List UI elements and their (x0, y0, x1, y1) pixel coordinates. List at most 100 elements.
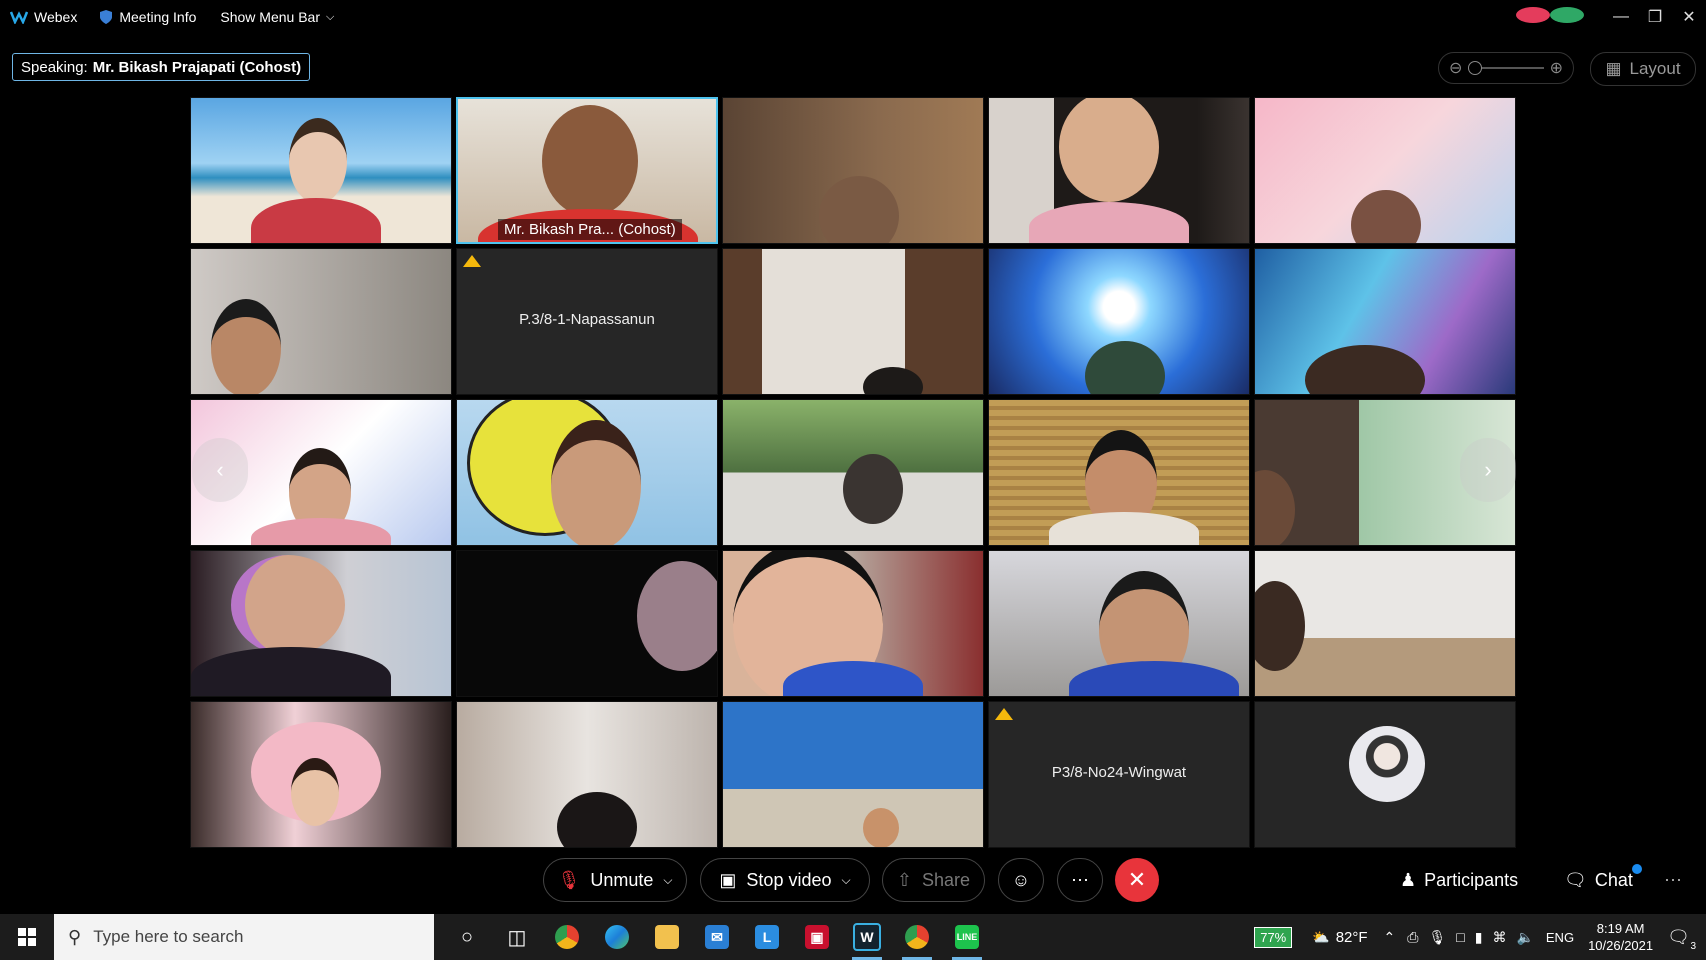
chevron-up-icon[interactable]: ⌃ (1384, 929, 1396, 946)
edge-app[interactable] (592, 914, 642, 960)
battery-indicator[interactable]: 77% (1254, 926, 1293, 948)
smiley-icon: ☺ (1011, 869, 1031, 890)
chevron-left-icon: ‹ (216, 457, 224, 482)
temperature-label[interactable]: 82°F (1336, 929, 1368, 946)
zoom-out-icon[interactable]: ⊖ (1449, 58, 1462, 78)
file-explorer-app[interactable] (642, 914, 692, 960)
task-view-button[interactable]: ◫ (492, 914, 542, 960)
video-tile-active-speaker[interactable]: Mr. Bikash Pra... (Cohost) (456, 97, 718, 244)
participant-head (231, 555, 345, 655)
video-tile[interactable] (722, 399, 984, 546)
video-tile[interactable] (190, 97, 452, 244)
edge-icon (605, 925, 629, 949)
chat-button[interactable]: 🗨 Chat (1564, 858, 1633, 902)
cortana-button[interactable]: ○ (442, 914, 492, 960)
video-tile[interactable] (1254, 248, 1516, 395)
meeting-controls: 🎙 Unmute ⌵ ▣ Stop video ⌵ ⇧ Share ☺ ⋯ ✕ … (0, 852, 1706, 912)
participant-avatar (1349, 726, 1425, 802)
ellipsis-icon: ⋯ (1664, 869, 1682, 890)
next-page-button[interactable]: › (1460, 438, 1516, 502)
clock[interactable]: 8:19 AM 10/26/2021 (1588, 920, 1653, 954)
webex-app-menu[interactable]: Webex (10, 9, 77, 25)
more-options-button[interactable]: ⋯ (1057, 858, 1103, 902)
search-icon: ⚲ (68, 926, 82, 947)
layout-button[interactable]: ▦ Layout (1590, 52, 1696, 86)
participant-head (289, 118, 347, 204)
chrome-taskbar-app[interactable] (892, 914, 942, 960)
meeting-info-button[interactable]: Meeting Info (99, 9, 196, 25)
reactions-button[interactable]: ☺ (998, 858, 1044, 902)
participant-head (1255, 470, 1295, 545)
avatar-tile[interactable] (1254, 701, 1516, 848)
video-tile[interactable] (722, 248, 984, 395)
start-button[interactable] (0, 914, 54, 960)
video-tile[interactable] (988, 248, 1250, 395)
minimize-icon[interactable]: — (1604, 8, 1638, 26)
search-placeholder: Type here to search (93, 927, 244, 946)
previous-page-button[interactable]: ‹ (192, 438, 248, 502)
video-tile[interactable] (190, 550, 452, 697)
leave-meeting-button[interactable]: ✕ (1115, 858, 1159, 902)
video-tile[interactable] (1254, 550, 1516, 697)
monitor-icon[interactable]: □ (1456, 929, 1464, 945)
share-button[interactable]: ⇧ Share (882, 858, 985, 902)
battery-icon[interactable]: ▮ (1475, 929, 1483, 946)
video-tile[interactable] (988, 550, 1250, 697)
language-indicator[interactable]: ENG (1546, 930, 1574, 945)
video-tile[interactable] (722, 97, 984, 244)
video-grid: Mr. Bikash Pra... (Cohost) P.3/8-1-Napas… (190, 97, 1516, 848)
notification-center-button[interactable]: 🗨 3 (1667, 927, 1696, 952)
microphone-icon[interactable]: 🎙 (1428, 929, 1446, 946)
line-app[interactable]: LINE (942, 914, 992, 960)
zoom-slider[interactable] (1468, 61, 1544, 75)
show-menu-bar-button[interactable]: Show Menu Bar ⌵ (220, 9, 334, 25)
taskbar-search-box[interactable]: ⚲ Type here to search (54, 914, 434, 960)
name-only-tile[interactable]: P3/8-No24-Wingwat (988, 701, 1250, 848)
shield-icon: ▣ (805, 925, 829, 949)
video-tile[interactable] (456, 399, 718, 546)
mail-app[interactable]: ✉ (692, 914, 742, 960)
participant-head (863, 367, 923, 394)
close-icon[interactable]: ✕ (1672, 7, 1706, 27)
speaker-icon[interactable]: 🔈 (1516, 929, 1533, 946)
chevron-down-icon[interactable]: ⌵ (663, 873, 672, 888)
chrome-icon (555, 925, 579, 949)
video-tile[interactable] (190, 701, 452, 848)
participant-name: P.3/8-1-Napassanun (519, 311, 655, 328)
video-tile[interactable] (190, 248, 452, 395)
stop-video-button[interactable]: ▣ Stop video ⌵ (700, 858, 870, 902)
panel-more-button[interactable]: ⋯ (1664, 858, 1682, 902)
video-tile[interactable] (456, 701, 718, 848)
stop-video-label: Stop video (746, 869, 832, 890)
mcafee-app[interactable]: ▣ (792, 914, 842, 960)
participant-body (251, 518, 391, 545)
chrome-app[interactable] (542, 914, 592, 960)
chevron-down-icon[interactable]: ⌵ (841, 873, 850, 888)
participant-body (1069, 661, 1239, 696)
unmute-label: Unmute (590, 869, 654, 890)
video-tile[interactable] (988, 97, 1250, 244)
device-icon[interactable]: ⎙ (1407, 929, 1418, 946)
meeting-info-label: Meeting Info (119, 9, 197, 25)
l-app[interactable]: L (742, 914, 792, 960)
video-tile[interactable] (722, 550, 984, 697)
warning-icon (463, 255, 481, 267)
unmute-button[interactable]: 🎙 Unmute ⌵ (543, 858, 687, 902)
network-status-icon[interactable] (1550, 6, 1584, 28)
webex-taskbar-app[interactable]: W (842, 914, 892, 960)
participant-head (1059, 98, 1159, 202)
participant-head (557, 792, 637, 847)
weather-cloud-icon[interactable]: ⛅ (1312, 929, 1329, 946)
windows-logo-icon (18, 928, 36, 946)
video-tile[interactable] (456, 550, 718, 697)
video-tile[interactable] (988, 399, 1250, 546)
video-tile[interactable] (722, 701, 984, 848)
participants-button[interactable]: ♟ Participants (1400, 858, 1518, 902)
zoom-slider-knob[interactable] (1468, 61, 1483, 75)
restore-icon[interactable]: ❐ (1638, 7, 1672, 27)
video-tile[interactable] (1254, 97, 1516, 244)
wifi-icon[interactable]: ⌘ (1492, 929, 1506, 946)
recording-icon[interactable] (1516, 6, 1550, 28)
zoom-in-icon[interactable]: ⊕ (1550, 58, 1563, 78)
name-only-tile[interactable]: P.3/8-1-Napassanun (456, 248, 718, 395)
